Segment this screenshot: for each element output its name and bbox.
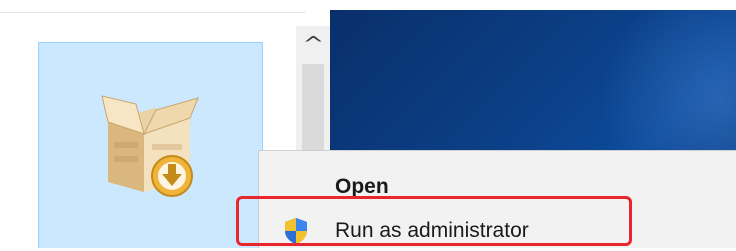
menu-item-label: Open xyxy=(335,175,389,198)
chevron-up-icon: ^ xyxy=(302,32,324,56)
menu-item-run-as-administrator[interactable]: Run as administrator xyxy=(259,213,736,251)
menu-item-label: Run as administrator xyxy=(335,219,529,242)
menu-item-open[interactable]: Open xyxy=(259,169,736,207)
installer-package-icon[interactable] xyxy=(100,92,204,200)
scroll-up-button[interactable]: ^ xyxy=(296,26,330,62)
uac-shield-icon xyxy=(285,218,307,244)
divider xyxy=(0,12,306,13)
context-menu: Open Run as administrator xyxy=(258,150,736,248)
